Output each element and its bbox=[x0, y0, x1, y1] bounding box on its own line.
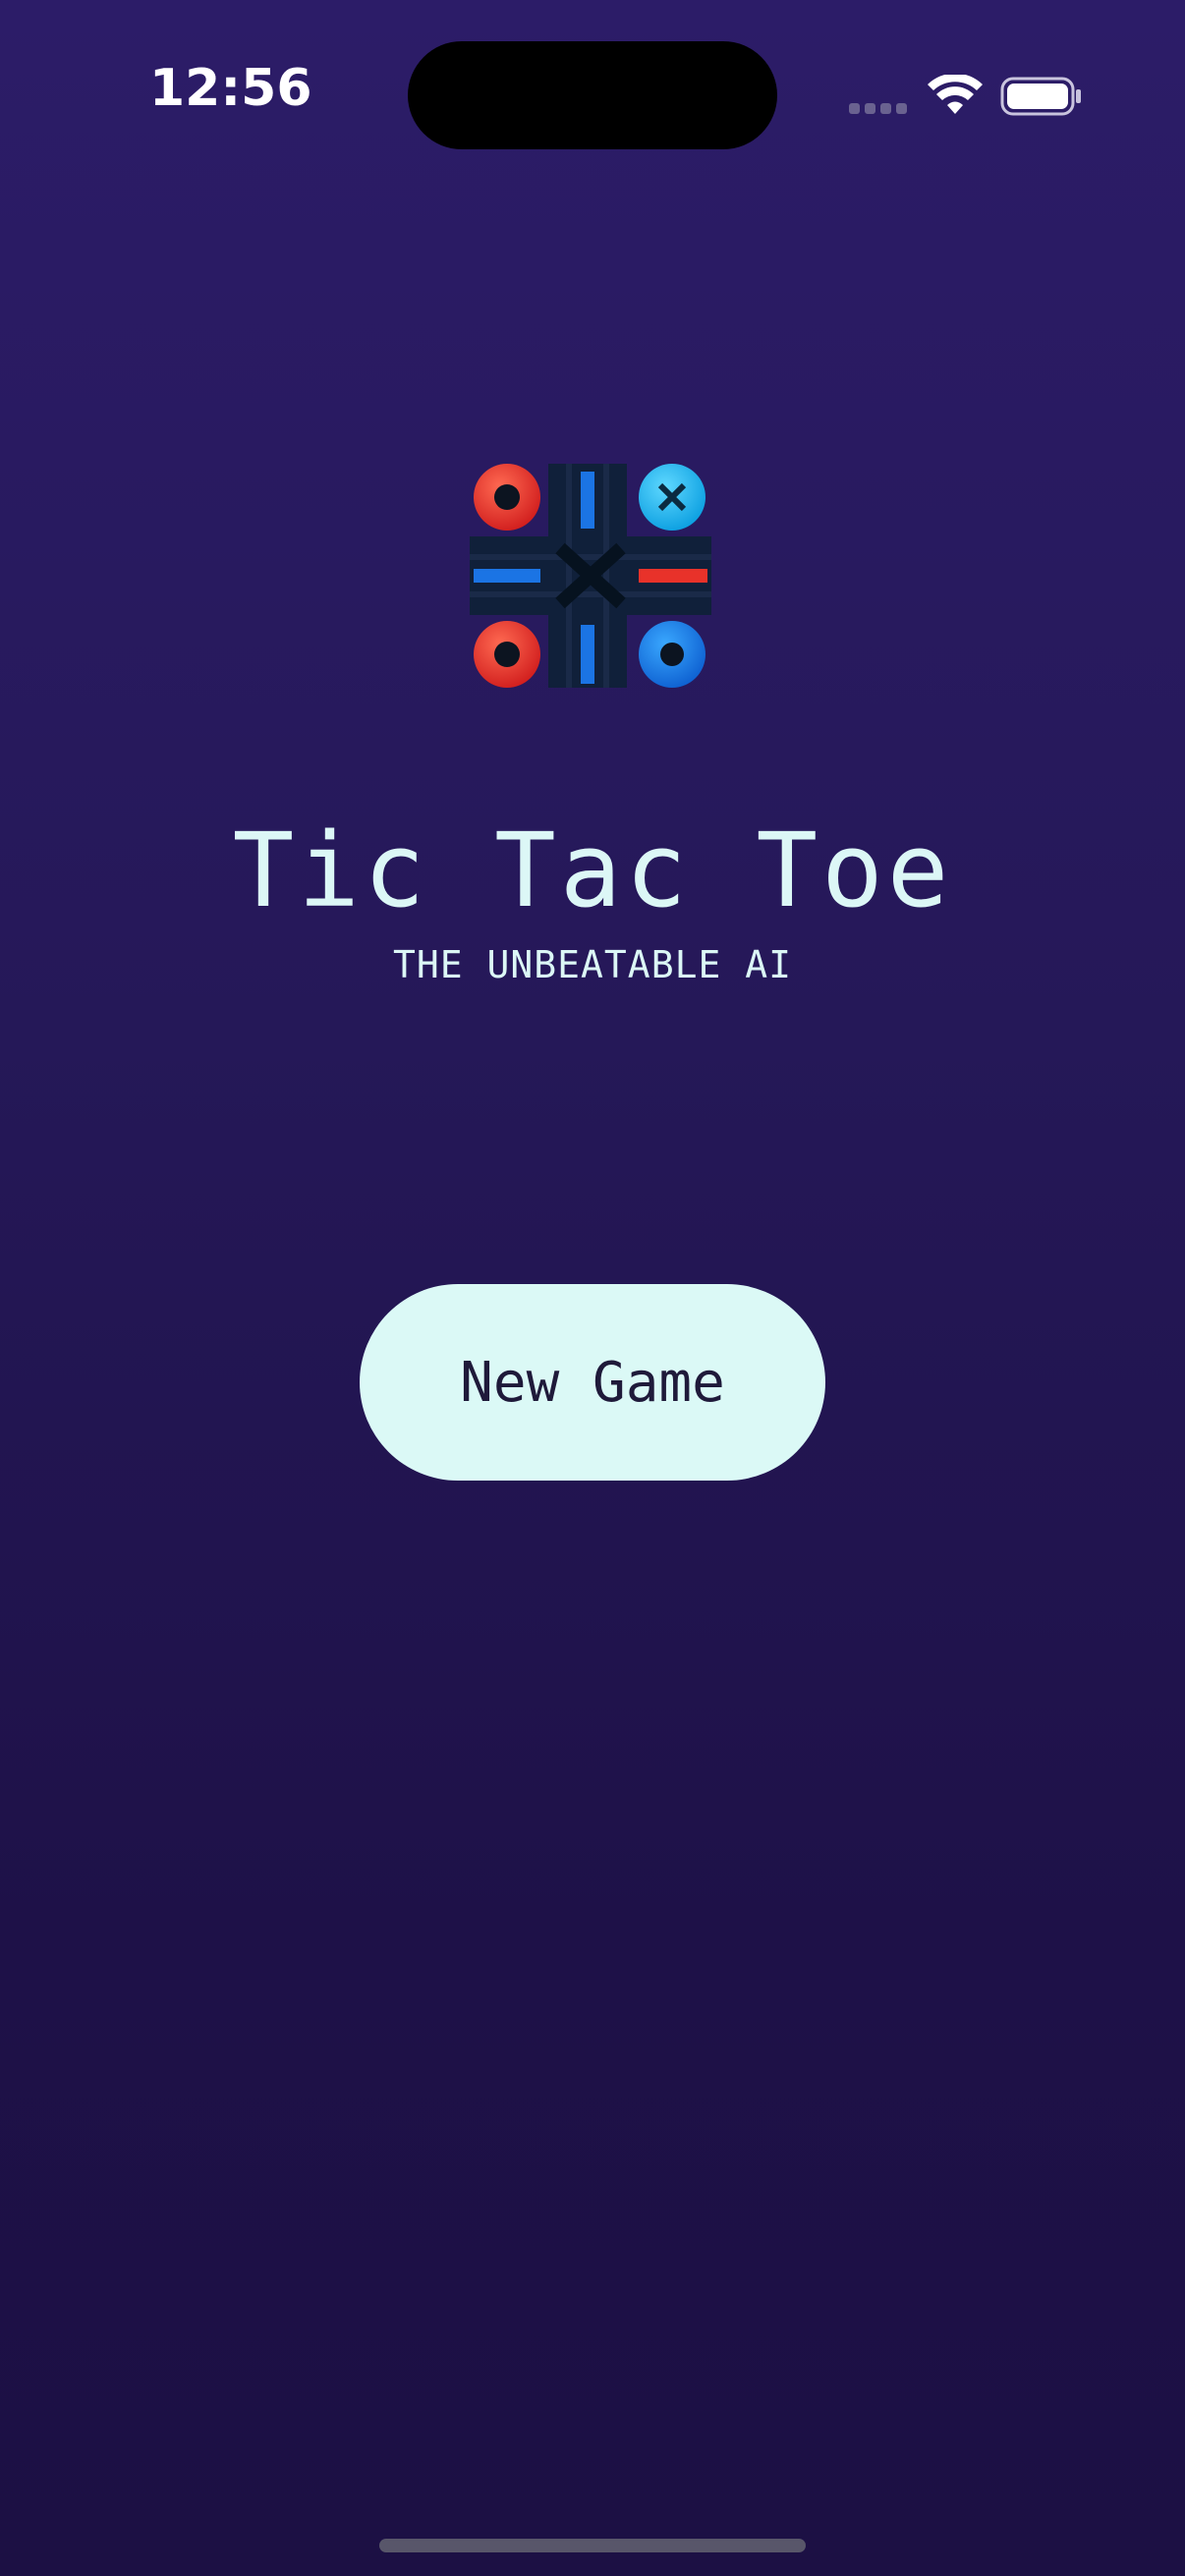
dynamic-island bbox=[408, 41, 777, 149]
battery-icon bbox=[1000, 77, 1081, 116]
home-indicator[interactable] bbox=[379, 2539, 806, 2552]
status-time: 12:56 bbox=[149, 59, 312, 118]
new-game-button[interactable]: New Game bbox=[360, 1284, 825, 1481]
app-subtitle: THE UNBEATABLE AI bbox=[393, 943, 792, 986]
cellular-signal-icon bbox=[849, 103, 908, 115]
status-bar: 12:56 bbox=[0, 0, 1185, 187]
tic-tac-toe-logo-icon bbox=[470, 464, 711, 688]
app-title: Tic Tac Toe bbox=[232, 811, 953, 930]
wifi-icon bbox=[928, 75, 983, 114]
